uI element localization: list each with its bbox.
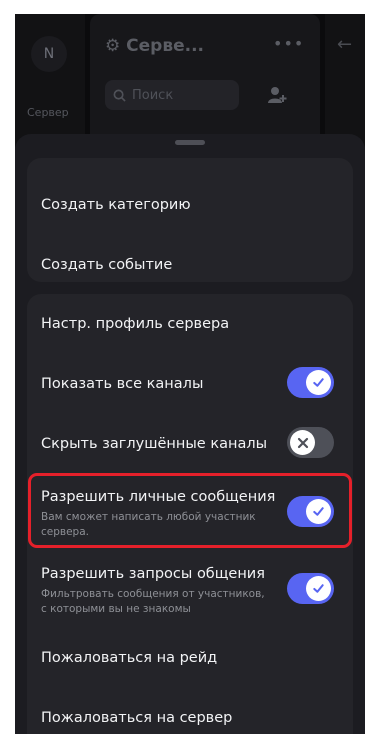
allow-message-requests-label: Разрешить запросы общения xyxy=(41,566,265,582)
server-title-text: Серве... xyxy=(126,36,205,56)
report-raid-item[interactable]: Пожаловаться на рейд xyxy=(41,650,217,666)
server-title[interactable]: ⚙ Серве... xyxy=(105,36,204,56)
search-icon xyxy=(113,89,126,102)
toggle-knob xyxy=(306,370,331,395)
toggle-knob xyxy=(290,430,315,455)
server-avatar[interactable]: N xyxy=(31,36,67,72)
show-all-channels-label: Показать все каналы xyxy=(41,376,204,392)
check-icon xyxy=(313,584,324,593)
back-arrow-icon[interactable]: ← xyxy=(337,34,352,55)
phone-screen: N Сервер ⚙ Серве... ••• Поиск ← Создать … xyxy=(15,14,365,734)
hide-muted-channels-toggle[interactable] xyxy=(287,427,334,458)
edit-server-profile-item[interactable]: Настр. профиль сервера xyxy=(41,316,229,332)
add-user-icon[interactable] xyxy=(267,86,287,104)
allow-dms-highlight-frame xyxy=(28,473,352,548)
sheet-drag-handle[interactable] xyxy=(175,140,205,145)
allow-message-requests-toggle[interactable] xyxy=(287,573,334,604)
check-icon xyxy=(313,378,324,387)
show-all-channels-toggle[interactable] xyxy=(287,367,334,398)
server-gear-icon: ⚙ xyxy=(105,36,121,56)
search-input[interactable]: Поиск xyxy=(105,80,239,110)
report-server-item[interactable]: Пожаловаться на сервер xyxy=(41,710,232,726)
search-placeholder: Поиск xyxy=(132,87,174,103)
toggle-knob xyxy=(306,576,331,601)
allow-message-requests-description: Фильтровать сообщения от участников, с к… xyxy=(41,588,265,615)
server-settings-sheet: Создать категорию Создать событие Настр.… xyxy=(15,134,365,734)
hide-muted-channels-label: Скрыть заглушённые каналы xyxy=(41,436,268,452)
create-category-item[interactable]: Создать категорию xyxy=(41,197,191,213)
create-event-item[interactable]: Создать событие xyxy=(41,257,172,273)
create-actions-card: Создать категорию Создать событие xyxy=(27,158,353,282)
server-rail-label: Сервер xyxy=(27,106,69,119)
close-icon xyxy=(297,437,308,448)
more-options-icon[interactable]: ••• xyxy=(273,34,304,53)
